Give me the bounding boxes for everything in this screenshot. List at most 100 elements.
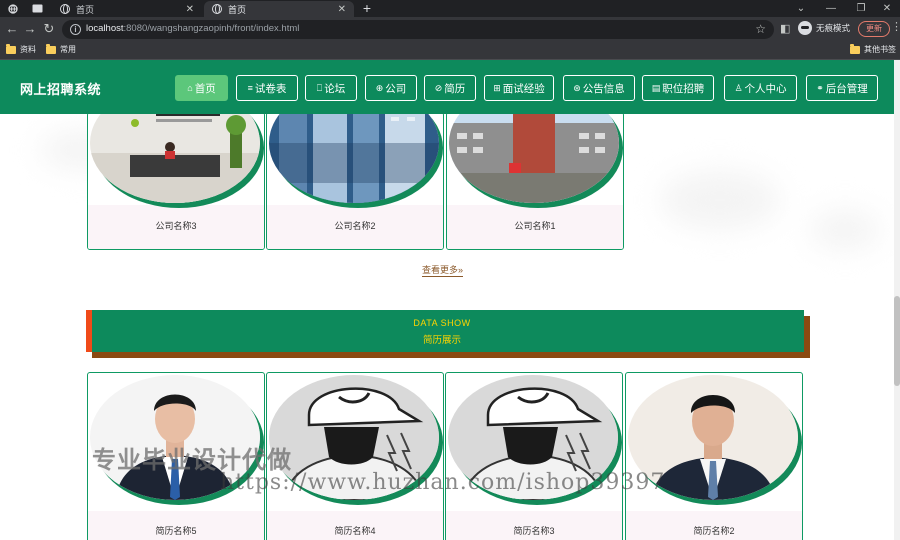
heading-accent — [86, 310, 92, 352]
minimize-icon[interactable]: — — [816, 0, 846, 17]
nav-item-label: 职位招聘 — [662, 82, 705, 95]
nav-item-2[interactable]: ⎕ 论坛 — [305, 75, 357, 101]
book-icon: ⊞ — [493, 82, 501, 93]
forward-arrow-icon[interactable]: → — [22, 21, 38, 37]
compass-icon: ⊛ — [573, 82, 581, 93]
star-icon[interactable]: ☆ — [755, 22, 766, 36]
section-title-cn: 简历展示 — [422, 335, 461, 346]
browser-tabstrip: 首页 ✕ 首页 ✕ + ⌄ — ❐ ✕ — [0, 0, 900, 17]
update-button[interactable]: 更新 — [858, 21, 890, 37]
nav-item-6[interactable]: ⊛ 公告信息 — [563, 75, 635, 101]
folder-icon — [46, 43, 56, 54]
company-card[interactable]: 公司名称1 — [446, 112, 624, 250]
browser-toolbar: ← → ↻ i localhost:8080/wangshangzaopinh/… — [0, 17, 900, 42]
section-title-en: DATA SHOW — [413, 318, 471, 328]
home-icon: ⌂ — [187, 83, 193, 93]
nav-item-label: 后台管理 — [825, 82, 868, 95]
nav-item-0[interactable]: ⌂ 首页 — [175, 75, 228, 101]
link-icon: ⊘ — [434, 82, 443, 93]
company-name[interactable]: 公司名称1 — [447, 219, 623, 232]
company-name[interactable]: 公司名称2 — [267, 219, 443, 232]
nav-item-7[interactable]: ▤ 职位招聘 — [642, 75, 714, 101]
close-icon[interactable]: ✕ — [186, 4, 194, 15]
resume-card[interactable]: 简历名称3 — [445, 372, 623, 540]
globe-icon — [212, 4, 222, 14]
page-viewport: 网上招聘系统 ⌂ 首页 ≡ 试卷表 ⎕ 论坛 ⊕ 公司 ⊘ 简历 ⊞ 面试经验 ⊛ 公告信息 ▤ 职位招聘 ♙ 个… — [0, 60, 900, 540]
url-text[interactable]: localhost:8080/wangshangzaopinh/front/in… — [86, 23, 299, 34]
tab-title: 首页 — [76, 4, 95, 15]
info-icon[interactable]: i — [70, 24, 81, 35]
scrollbar-thumb[interactable] — [894, 296, 900, 386]
view-more-label: 查看更多 — [422, 265, 459, 275]
tab-title: 首页 — [228, 4, 247, 15]
browser-tab-1[interactable]: 首页 ✕ — [52, 1, 202, 17]
company-image[interactable] — [90, 113, 260, 203]
company-name[interactable]: 公司名称3 — [88, 219, 264, 232]
folder-icon — [6, 43, 16, 54]
resume-card[interactable]: 简历名称4 — [266, 372, 444, 540]
nav-item-4[interactable]: ⊘ 简历 — [424, 75, 476, 101]
nav-item-label: 公司 — [385, 82, 407, 95]
nav-item-5[interactable]: ⊞ 面试经验 — [484, 75, 554, 101]
background-decoration — [660, 170, 780, 230]
nav-item-label: 个人中心 — [744, 82, 787, 95]
reload-icon[interactable]: ↻ — [41, 21, 57, 37]
nav-item-label: 简历 — [444, 82, 466, 95]
tab-globe-icon[interactable] — [2, 0, 24, 17]
background-decoration — [810, 210, 880, 250]
site-title: 网上招聘系统 — [20, 82, 102, 97]
bookmark-label: 其他书签 — [864, 45, 896, 54]
list-icon: ≡ — [247, 83, 253, 93]
nav-item-9[interactable]: ⚭ 后台管理 — [806, 75, 878, 101]
globe-icon: ⊕ — [375, 82, 384, 93]
heading-bar: DATA SHOW 简历展示 — [86, 310, 804, 352]
watermark-url: https://www.huzhan.com/ishop39397 — [220, 470, 666, 495]
nav-item-label: 论坛 — [324, 82, 346, 95]
menu-icon[interactable]: ⋮ — [891, 20, 900, 33]
company-card[interactable]: 公司名称2 — [266, 112, 444, 250]
site-navbar: 网上招聘系统 ⌂ 首页 ≡ 试卷表 ⎕ 论坛 ⊕ 公司 ⊘ 简历 ⊞ 面试经验 ⊛ 公告信息 ▤ 职位招聘 ♙ 个… — [0, 60, 894, 114]
company-image[interactable] — [269, 113, 439, 203]
resume-card[interactable]: 简历名称2 — [625, 372, 803, 540]
company-image[interactable] — [449, 113, 619, 203]
resume-name[interactable]: 简历名称5 — [88, 524, 264, 537]
bookmark-folder-2[interactable]: 常用 — [46, 43, 76, 55]
double-chevron-right-icon: » — [458, 265, 464, 275]
incognito-label: 无痕模式 — [816, 23, 851, 33]
folder-icon — [850, 43, 860, 54]
resume-name[interactable]: 简历名称3 — [446, 524, 622, 537]
bookmark-label: 资料 — [20, 45, 36, 54]
tab-search-icon[interactable]: ⌄ — [786, 0, 816, 17]
globe-icon — [60, 4, 70, 14]
bookmarks-bar: 资料 常用 其他书签 — [0, 42, 900, 60]
incognito-icon — [798, 21, 812, 35]
section-heading: DATA SHOW 简历展示 — [86, 310, 810, 358]
nav-item-label: 面试经验 — [502, 82, 545, 95]
view-more-link[interactable]: 查看更多» — [422, 265, 464, 277]
tab-page-icon[interactable] — [26, 0, 48, 17]
bookmark-folder-other[interactable]: 其他书签 — [850, 43, 896, 55]
address-bar[interactable]: i localhost:8080/wangshangzaopinh/front/… — [62, 20, 774, 39]
document-icon: ▤ — [651, 82, 661, 93]
bookmark-label: 常用 — [60, 45, 76, 54]
close-window-icon[interactable]: ✕ — [872, 0, 900, 17]
side-panel-icon[interactable]: ◧ — [780, 22, 790, 35]
resume-name[interactable]: 简历名称2 — [626, 524, 802, 537]
incognito-indicator[interactable]: 无痕模式 — [798, 21, 850, 35]
new-tab-button[interactable]: + — [360, 0, 374, 17]
nav-item-label: 公告信息 — [582, 82, 625, 95]
bookmark-folder-1[interactable]: 资料 — [6, 43, 36, 55]
company-card[interactable]: 公司名称3 — [87, 112, 265, 250]
back-arrow-icon[interactable]: ← — [4, 21, 20, 37]
resume-name[interactable]: 简历名称4 — [267, 524, 443, 537]
nav-item-label: 试卷表 — [254, 82, 287, 95]
nav-item-1[interactable]: ≡ 试卷表 — [236, 75, 298, 101]
user-icon: ♙ — [734, 82, 743, 93]
nav-item-label: 首页 — [194, 82, 216, 95]
nav-item-8[interactable]: ♙ 个人中心 — [724, 75, 797, 101]
close-icon[interactable]: ✕ — [338, 4, 346, 15]
bookmark-icon: ⎕ — [316, 82, 323, 93]
browser-tab-2[interactable]: 首页 ✕ — [204, 1, 354, 17]
link-icon: ⚭ — [816, 82, 824, 93]
nav-item-3[interactable]: ⊕ 公司 — [365, 75, 417, 101]
